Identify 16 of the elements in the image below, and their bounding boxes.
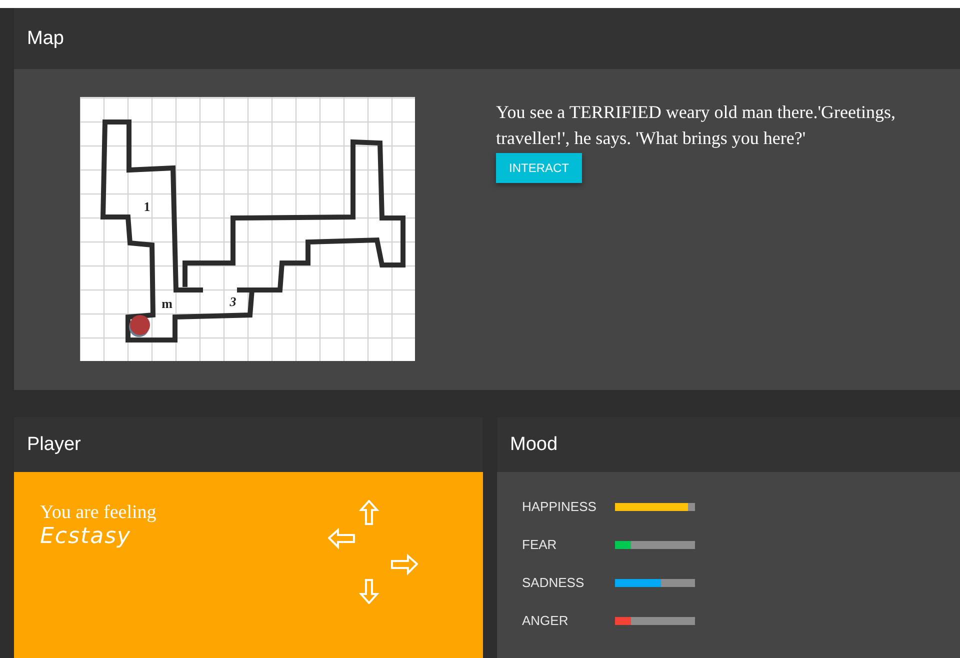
map-label: 1 [144, 199, 150, 214]
story-text: You see a TERRIFIED weary old man there.'Greetings, traveller!', he says. 'What brings you here?' [496, 101, 896, 150]
map-label: 3 [230, 294, 236, 309]
mood-label: FEAR [522, 537, 558, 552]
panel-title: Player [27, 434, 81, 456]
right-arrow-icon[interactable] [390, 552, 418, 578]
panel-title: Mood [510, 434, 558, 456]
mood-label: SADNESS [522, 575, 586, 590]
mood-label: HAPPINESS [522, 499, 598, 514]
panel-title: Map [27, 28, 64, 50]
feeling-label: You are feeling [40, 502, 158, 524]
map-label: m [162, 296, 172, 311]
left-arrow-icon[interactable] [328, 526, 356, 552]
mood-label: ANGER [522, 613, 570, 628]
interact-button[interactable]: INTERACT [496, 153, 582, 183]
feeling-value: Ecstasy [40, 524, 132, 549]
